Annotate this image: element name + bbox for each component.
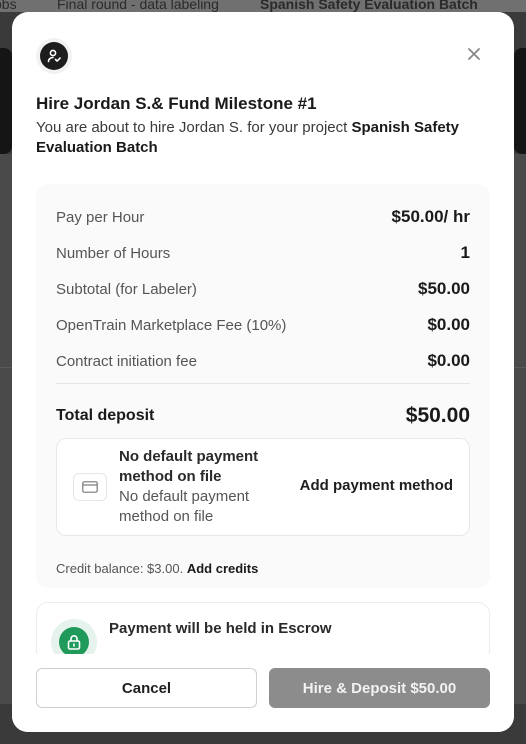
background-card bbox=[0, 48, 12, 154]
background-tab: Spanish Safety Evaluation Batch bbox=[260, 0, 478, 12]
summary-value: $0.00 bbox=[427, 351, 470, 370]
payment-method-subtitle: No default payment method on file bbox=[119, 488, 250, 525]
payment-method-title: No default payment method on file bbox=[119, 448, 259, 485]
payment-summary: Pay per Hour $50.00/ hr Number of Hours … bbox=[36, 184, 490, 588]
summary-value: $50.00/ hr bbox=[391, 207, 470, 226]
summary-label: Subtotal (for Labeler) bbox=[56, 280, 197, 298]
payment-method-card: No default payment method on file No def… bbox=[56, 438, 470, 536]
hire-modal: Hire Jordan S.& Fund Milestone #1 You ar… bbox=[12, 12, 514, 732]
background-card bbox=[514, 48, 526, 154]
credit-balance-text: Credit balance: $3.00. bbox=[56, 561, 184, 576]
summary-value: 1 bbox=[460, 243, 470, 262]
total-label: Total deposit bbox=[56, 407, 155, 424]
add-credits-link[interactable]: Add credits bbox=[187, 561, 259, 576]
escrow-title: Payment will be held in Escrow bbox=[109, 620, 332, 637]
background-tab: obs bbox=[0, 0, 17, 12]
summary-label: Contract initiation fee bbox=[56, 352, 197, 370]
background-panel bbox=[0, 154, 12, 704]
credit-balance: Credit balance: $3.00. Add credits bbox=[56, 561, 258, 576]
summary-label: OpenTrain Marketplace Fee (10%) bbox=[56, 316, 287, 334]
summary-row-initiation-fee: Contract initiation fee $0.00 bbox=[56, 351, 470, 371]
summary-row-subtotal: Subtotal (for Labeler) $50.00 bbox=[56, 279, 470, 299]
summary-row-pay-per-hour: Pay per Hour $50.00/ hr bbox=[56, 207, 470, 227]
hire-deposit-button[interactable]: Hire & Deposit $50.00 bbox=[269, 668, 490, 708]
modal-title: Hire Jordan S.& Fund Milestone #1 bbox=[36, 94, 317, 113]
add-payment-method-button[interactable]: Add payment method bbox=[300, 477, 453, 494]
escrow-notice: Payment will be held in Escrow bbox=[36, 602, 490, 665]
close-icon[interactable] bbox=[464, 44, 484, 64]
background-panel bbox=[514, 154, 526, 704]
background-tab: Final round - data labeling bbox=[57, 0, 219, 12]
summary-value: $0.00 bbox=[427, 315, 470, 334]
summary-row-marketplace-fee: OpenTrain Marketplace Fee (10%) $0.00 bbox=[56, 315, 470, 335]
cancel-button[interactable]: Cancel bbox=[36, 668, 257, 708]
summary-label: Number of Hours bbox=[56, 244, 171, 262]
background-tabs: obs Final round - data labeling Spanish … bbox=[0, 0, 526, 12]
summary-row-total: Total deposit $50.00 bbox=[56, 403, 470, 429]
summary-label: Pay per Hour bbox=[56, 208, 145, 226]
credit-card-icon bbox=[73, 473, 107, 501]
modal-footer: Cancel Hire & Deposit $50.00 bbox=[12, 654, 514, 732]
modal-subtitle: You are about to hire Jordan S. for your… bbox=[36, 118, 476, 158]
summary-value: $50.00 bbox=[418, 279, 470, 298]
total-value: $50.00 bbox=[405, 404, 470, 427]
user-check-icon bbox=[36, 38, 72, 74]
divider bbox=[56, 383, 470, 384]
summary-row-hours: Number of Hours 1 bbox=[56, 243, 470, 263]
subtitle-text: You are about to hire Jordan S. for your… bbox=[36, 119, 352, 136]
